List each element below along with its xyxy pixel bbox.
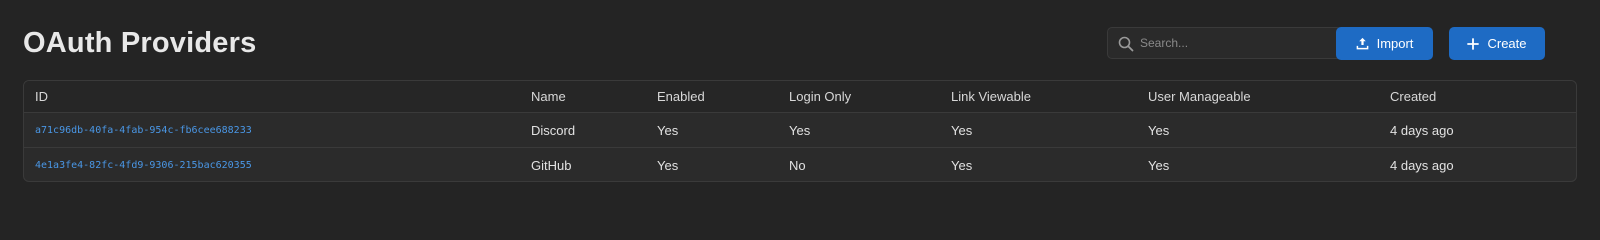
column-header-link-viewable[interactable]: Link Viewable <box>951 81 1031 112</box>
name-cell: GitHub <box>531 158 572 173</box>
column-header-created[interactable]: Created <box>1390 81 1436 112</box>
column-header-name[interactable]: Name <box>531 81 566 112</box>
enabled-cell: Yes <box>657 158 679 173</box>
plus-icon <box>1467 37 1480 50</box>
link-viewable-cell: Yes <box>951 158 973 173</box>
search-box[interactable] <box>1107 27 1342 59</box>
column-header-enabled[interactable]: Enabled <box>657 81 705 112</box>
providers-table: ID Name Enabled Login Only Link Viewable… <box>23 80 1577 182</box>
create-button[interactable]: Create <box>1449 27 1545 60</box>
link-viewable-cell: Yes <box>951 122 973 138</box>
search-icon <box>1118 36 1134 52</box>
enabled-cell: Yes <box>657 122 679 138</box>
provider-id-link[interactable]: a71c96db-40fa-4fab-954c-fb6cee688233 <box>35 125 252 136</box>
name-cell: Discord <box>531 122 576 138</box>
provider-id-link[interactable]: 4e1a3fe4-82fc-4fd9-9306-215bac620355 <box>35 160 252 171</box>
create-button-label: Create <box>1487 36 1527 51</box>
login-only-cell: No <box>789 158 806 173</box>
table-row[interactable]: a71c96db-40fa-4fab-954c-fb6cee688233 Dis… <box>24 113 1576 148</box>
created-cell: 4 days ago <box>1390 122 1454 138</box>
table-header-row: ID Name Enabled Login Only Link Viewable… <box>24 81 1576 113</box>
user-manageable-cell: Yes <box>1148 122 1170 138</box>
id-cell: 4e1a3fe4-82fc-4fd9-9306-215bac620355 <box>35 148 252 181</box>
import-button[interactable]: Import <box>1336 27 1433 60</box>
import-button-label: Import <box>1376 36 1414 51</box>
user-manageable-cell: Yes <box>1148 158 1170 173</box>
page-title: OAuth Providers <box>23 27 257 59</box>
created-cell: 4 days ago <box>1390 158 1454 173</box>
column-header-login-only[interactable]: Login Only <box>789 81 851 112</box>
table-row[interactable]: 4e1a3fe4-82fc-4fd9-9306-215bac620355 Git… <box>24 148 1576 181</box>
page-header: OAuth Providers Import Create <box>23 0 1577 80</box>
login-only-cell: Yes <box>789 122 811 138</box>
id-cell: a71c96db-40fa-4fab-954c-fb6cee688233 <box>35 113 252 147</box>
column-header-id[interactable]: ID <box>35 81 48 112</box>
column-header-user-manageable[interactable]: User Manageable <box>1148 81 1251 112</box>
upload-icon <box>1356 37 1368 50</box>
search-input[interactable] <box>1140 28 1335 58</box>
page: OAuth Providers Import Create ID <box>0 0 1600 201</box>
